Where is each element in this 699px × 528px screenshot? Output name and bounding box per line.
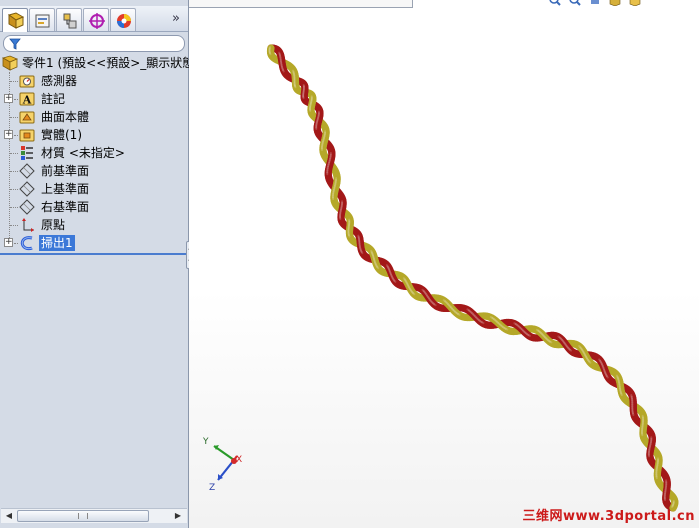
tree-item-sensors[interactable]: 感測器: [0, 72, 188, 90]
origin-icon: [22, 218, 34, 232]
scroll-left-arrow[interactable]: ◀: [2, 510, 16, 522]
tree-item-label: 右基準面: [41, 200, 90, 214]
dimxpert-icon: [89, 13, 105, 29]
expand-toggle[interactable]: +: [4, 130, 13, 139]
tab-configuration-manager[interactable]: [56, 8, 82, 31]
tree-item-label: 實體(1): [41, 128, 82, 142]
tree-item-material[interactable]: 材質 <未指定>: [0, 144, 188, 162]
feature-filter-input[interactable]: [3, 35, 185, 52]
rope-highlight: [520, 328, 524, 332]
rope-highlight: [583, 352, 587, 357]
triad-y-label: Y: [202, 437, 209, 447]
tree-item-label: 感測器: [41, 74, 78, 88]
tree-connector: [10, 189, 18, 190]
tree-root-part[interactable]: 零件1 (預設<<預設>_顯示狀態: [0, 54, 194, 72]
tree-horizontal-scrollbar[interactable]: ◀ ▶: [1, 508, 187, 523]
tree-connector: [10, 207, 18, 208]
tab-feature-tree[interactable]: [2, 8, 28, 32]
feature-manager-panel: » 零件1 (預設<<預設>_顯示狀態 感測器 + A 註記 曲面本體 + 實體…: [0, 0, 194, 528]
rope-highlight: [449, 306, 454, 310]
expand-toggle[interactable]: +: [4, 94, 13, 103]
part-icon: [2, 55, 18, 71]
rope-highlight: [327, 161, 331, 166]
rope-highlight: [563, 341, 567, 346]
scroll-right-arrow[interactable]: ▶: [171, 510, 185, 522]
tree-connector: [10, 225, 18, 226]
tree-root-label: 零件1 (預設<<預設>_顯示狀態: [22, 56, 195, 70]
tree-item-right-plane[interactable]: 右基準面: [0, 198, 188, 216]
tree-connector: [10, 117, 18, 118]
tree-item-label: 註記: [41, 92, 66, 106]
tree-connector: [14, 243, 18, 244]
tree-item-label: 曲面本體: [41, 110, 90, 124]
watermark-text: 三维网www.3dportal.cn: [522, 509, 695, 524]
filter-icon: [9, 38, 21, 50]
rope-strands: [266, 44, 679, 512]
tree-connector: [10, 153, 18, 154]
svg-text:A: A: [22, 94, 32, 107]
material-icon: [21, 146, 33, 160]
rope-highlight: [473, 314, 478, 319]
expand-toggle[interactable]: +: [4, 238, 13, 247]
rope-highlight: [407, 284, 411, 289]
graphics-viewport[interactable]: Y X Z 三维网www.3dportal.cn: [189, 0, 699, 528]
tree-connector: [10, 171, 18, 172]
sensor-icon: [19, 75, 35, 88]
tree-item-front-plane[interactable]: 前基準面: [0, 162, 188, 180]
tree-connector: [14, 135, 18, 136]
plane-icon: [19, 199, 35, 215]
rope-highlight: [389, 271, 393, 276]
tree-item-label: 掃出1: [39, 235, 75, 251]
tree-item-label: 原點: [41, 218, 66, 232]
triad-x-label: X: [236, 455, 242, 465]
tree-connector: [14, 99, 18, 100]
tree-item-surface-bodies[interactable]: 曲面本體: [0, 108, 188, 126]
tree-connector: [10, 81, 18, 82]
feature-manager-tab-bar: »: [0, 6, 188, 32]
tree-item-annotations[interactable]: + A 註記: [0, 90, 188, 108]
display-manager-icon: [117, 14, 131, 28]
sweep-icon: [20, 236, 33, 251]
plane-icon: [19, 181, 35, 197]
rope-highlight: [497, 321, 501, 326]
annotation-icon: A: [19, 92, 35, 107]
tree-item-origin[interactable]: 原點: [0, 216, 188, 234]
tree-item-sweep[interactable]: + 掃出1: [0, 234, 188, 252]
rope-highlight: [602, 366, 606, 371]
feature-tree-icon: [7, 12, 25, 29]
tree-splitter[interactable]: [0, 253, 187, 255]
plane-icon: [19, 163, 35, 179]
tab-display-manager[interactable]: [110, 8, 136, 31]
solid-bodies-icon: [19, 129, 35, 142]
twisted-rope-model[interactable]: [189, 0, 699, 528]
tab-property-manager[interactable]: [29, 8, 55, 31]
triad-z-label: Z: [209, 483, 215, 493]
tree-item-solid-bodies[interactable]: + 實體(1): [0, 126, 188, 144]
rope-highlight: [427, 296, 431, 300]
tree-item-label: 材質 <未指定>: [41, 146, 125, 160]
tree-item-top-plane[interactable]: 上基準面: [0, 180, 188, 198]
property-manager-icon: [35, 14, 50, 28]
tree-item-label: 前基準面: [41, 164, 90, 178]
tree-item-label: 上基準面: [41, 182, 90, 196]
tab-dimxpert-manager[interactable]: [83, 8, 109, 31]
surface-bodies-icon: [19, 111, 35, 124]
scroll-thumb[interactable]: [17, 510, 149, 522]
tab-overflow-button[interactable]: »: [168, 11, 184, 27]
coordinate-triad: Y X Z: [202, 437, 242, 493]
configuration-manager-icon: [63, 13, 77, 29]
rope-highlight: [542, 334, 546, 339]
scroll-grip: [78, 513, 88, 519]
